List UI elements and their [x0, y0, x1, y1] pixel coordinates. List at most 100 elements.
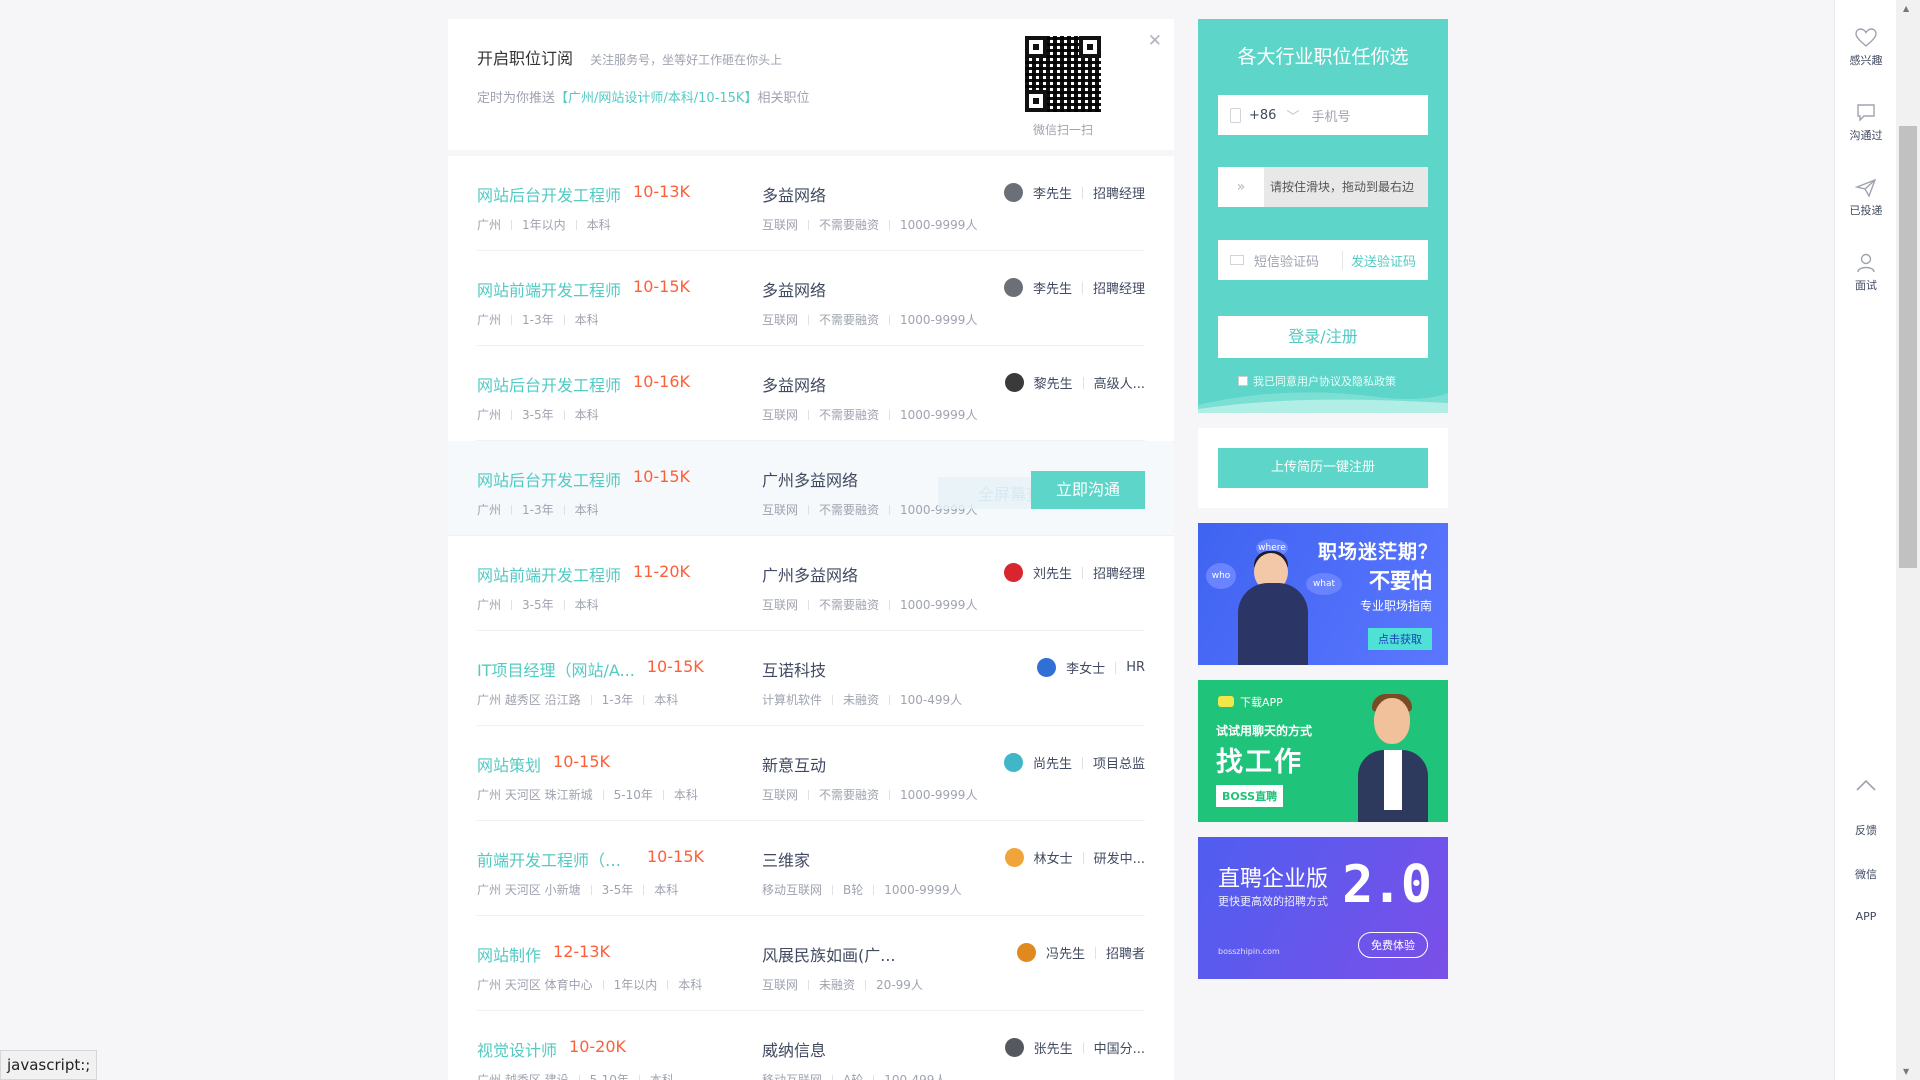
upload-resume-button[interactable]: 上传简历一键注册	[1218, 448, 1428, 488]
recruiter-info[interactable]: 李先生 招聘经理	[1003, 278, 1145, 297]
company-info: 互联网 未融资 20-99人	[762, 976, 1002, 993]
company-name[interactable]: 多益网络	[762, 182, 912, 206]
company-info-item: 计算机软件	[762, 693, 823, 707]
company-info: 互联网 不需要融资 1000-9999人	[762, 406, 1002, 423]
job-card[interactable]: 前端开发工程师（网... 10-15K 广州 天河区 小新塘 3-5年 本科 三维家 移动互…	[477, 821, 1145, 916]
separator	[808, 980, 810, 990]
avatar	[1003, 278, 1023, 297]
company-name[interactable]: 多益网络	[762, 277, 912, 301]
send-code-button[interactable]: 发送验证码	[1341, 250, 1416, 270]
career-guide-banner[interactable]: where who what 职场迷茫期？ 不要怕 专业职场指南 点击获取	[1198, 523, 1448, 665]
company-name[interactable]: 多益网络	[762, 372, 912, 396]
job-title[interactable]: 网站策划	[477, 752, 541, 776]
job-info-item: 广州 越秀区 沿江路	[477, 693, 581, 707]
page-scrollbar[interactable]: ▲ ▼	[1896, 0, 1920, 1080]
company-name[interactable]: 广州多益网络	[762, 562, 912, 586]
toolbar-app[interactable]: APP	[1835, 910, 1897, 923]
job-title[interactable]: 网站后台开发工程师	[477, 467, 621, 491]
company-name[interactable]: 威纳信息	[762, 1037, 912, 1061]
job-card[interactable]: 网站策划 10-15K 广州 天河区 珠江新城 5-10年 本科 新意互动 互联网 不需要融资…	[477, 726, 1145, 821]
subscribe-panel: 开启职位订阅 关注服务号，坐等好工作砸在你头上 定时为你推送【广州/网站设计师/…	[448, 19, 1174, 150]
download-app-banner[interactable]: 下载APP 试试用聊天的方式 找工作 BOSS直聘	[1198, 680, 1448, 822]
recruiter-info[interactable]: 李先生 招聘经理	[1003, 183, 1145, 202]
job-title[interactable]: 网站前端开发工程师	[477, 277, 621, 301]
job-card[interactable]: 网站前端开发工程师 11-20K 广州 3-5年 本科 广州多益网络 互联网 不需要融资 100…	[477, 536, 1145, 631]
job-title[interactable]: 网站后台开发工程师	[477, 182, 621, 206]
sms-code-field[interactable]: 短信验证码 发送验证码	[1218, 240, 1428, 280]
job-card[interactable]: 视觉设计师 10-20K 广州 越秀区 建设 5-10年 本科 威纳信息 移动互联网 A轮 10…	[477, 1011, 1145, 1080]
close-icon[interactable]: ✕	[1148, 31, 1162, 51]
enterprise-banner[interactable]: 直聘企业版 更快更高效的招聘方式 2.0 bosszhipin.com 免费体验	[1198, 837, 1448, 979]
free-trial-button[interactable]: 免费体验	[1358, 932, 1428, 958]
banner1-button[interactable]: 点击获取	[1368, 628, 1432, 650]
company-info-item: 不需要融资	[819, 218, 880, 232]
toolbar-interview[interactable]: 面试	[1835, 253, 1897, 293]
subscribe-highlight[interactable]: 【广州/网站设计师/本科/10-15K】	[555, 91, 757, 106]
recruiter-info[interactable]: 张先生 中国分...	[1004, 1038, 1145, 1057]
job-card[interactable]: 网站后台开发工程师 10-15K 广州 1-3年 本科 广州多益网络 互联网 不需要融资 100…	[448, 441, 1174, 536]
country-code[interactable]: +86	[1249, 108, 1276, 123]
chevron-down-icon[interactable]: ﹀	[1286, 106, 1299, 125]
toolbar-chatted[interactable]: 沟通过	[1835, 103, 1897, 143]
avatar	[1003, 753, 1023, 772]
toolbar-interested[interactable]: 感兴趣	[1835, 28, 1897, 68]
slider-captcha[interactable]: » 请按住滑块，拖动到最右边	[1218, 167, 1428, 207]
job-title[interactable]: 网站前端开发工程师	[477, 562, 621, 586]
upload-panel: 上传简历一键注册	[1198, 428, 1448, 508]
job-card[interactable]: 网站制作 12-13K 广州 天河区 体育中心 1年以内 本科 风展民族如画(广... 互联…	[477, 916, 1145, 1011]
job-salary: 10-15K	[553, 752, 610, 771]
job-card[interactable]: 网站后台开发工程师 10-16K 广州 3-5年 本科 多益网络 互联网 不需要融资 1000-…	[477, 346, 1145, 441]
recruiter-info[interactable]: 李女士 HR	[1037, 658, 1145, 677]
job-title[interactable]: 网站后台开发工程师	[477, 372, 621, 396]
job-card[interactable]: IT项目经理（网站/A... 10-15K 广州 越秀区 沿江路 1-3年 本科 互诺科技…	[477, 631, 1145, 726]
recruiter-info[interactable]: 冯先生 招聘者	[1016, 943, 1145, 962]
company-name[interactable]: 新意互动	[762, 752, 912, 776]
job-title[interactable]: 前端开发工程师（网...	[477, 847, 635, 871]
avatar	[1003, 563, 1023, 582]
job-title[interactable]: IT项目经理（网站/A...	[477, 657, 635, 681]
separator	[832, 1075, 834, 1080]
job-title[interactable]: 网站制作	[477, 942, 541, 966]
company-info-item: 互联网	[762, 313, 799, 327]
job-salary: 11-20K	[633, 562, 690, 581]
job-title[interactable]: 视觉设计师	[477, 1037, 557, 1061]
sms-code-input[interactable]: 短信验证码	[1254, 251, 1319, 270]
phone-input[interactable]: 手机号	[1311, 106, 1350, 125]
recruiter-info[interactable]: 尚先生 项目总监	[1003, 753, 1145, 772]
company-name[interactable]: 互诺科技	[762, 657, 912, 681]
separator	[889, 790, 891, 800]
separator	[889, 315, 891, 325]
recruiter-info[interactable]: 刘先生 招聘经理	[1003, 563, 1145, 582]
job-card[interactable]: 网站前端开发工程师 10-15K 广州 1-3年 本科 多益网络 互联网 不需要融资 1000-…	[477, 251, 1145, 346]
job-info-item: 1-3年	[522, 503, 554, 517]
job-card[interactable]: 网站后台开发工程师 10-13K 广州 1年以内 本科 多益网络 互联网 不需要融资 1000-…	[477, 156, 1145, 251]
toolbar-delivered[interactable]: 已投递	[1835, 178, 1897, 218]
scroll-down-icon[interactable]: ▼	[1903, 1067, 1909, 1076]
job-primary: IT项目经理（网站/A... 10-15K 广州 越秀区 沿江路 1-3年 本科	[477, 657, 757, 708]
toolbar-wechat[interactable]: 微信	[1835, 866, 1897, 882]
login-register-button[interactable]: 登录/注册	[1218, 316, 1428, 358]
main-column: 开启职位订阅 关注服务号，坐等好工作砸在你头上 定时为你推送【广州/网站设计师/…	[448, 19, 1174, 1080]
toolbar-feedback[interactable]: 反馈	[1835, 822, 1897, 838]
separator	[602, 790, 604, 800]
phone-field[interactable]: +86 ﹀ 手机号	[1218, 95, 1428, 135]
slider-handle-icon[interactable]: »	[1218, 167, 1264, 207]
recruiter-info[interactable]: 林女士 研发中...	[1004, 848, 1145, 867]
job-salary: 10-20K	[569, 1037, 626, 1056]
company-name[interactable]: 广州多益网络	[762, 467, 912, 491]
company-block: 新意互动 互联网 不需要融资 1000-9999人	[762, 752, 1002, 803]
company-info-item: 1000-9999人	[900, 313, 978, 327]
job-info-item: 广州	[477, 408, 502, 422]
back-to-top[interactable]	[1835, 777, 1897, 797]
company-name[interactable]: 风展民族如画(广...	[762, 942, 912, 966]
scroll-up-icon[interactable]: ▲	[1903, 4, 1909, 13]
job-primary: 网站前端开发工程师 10-15K 广州 1-3年 本科	[477, 277, 757, 328]
recruiter-info[interactable]: 黎先生 高级人...	[1004, 373, 1145, 392]
separator	[1081, 756, 1083, 769]
recruiter-role: 研发中...	[1093, 852, 1145, 867]
separator	[1094, 946, 1096, 959]
company-name[interactable]: 三维家	[762, 847, 912, 871]
recruiter-name: 冯先生	[1045, 947, 1085, 962]
chat-now-button[interactable]: 立即沟通	[1031, 471, 1145, 509]
scrollbar-thumb[interactable]	[1899, 126, 1917, 568]
